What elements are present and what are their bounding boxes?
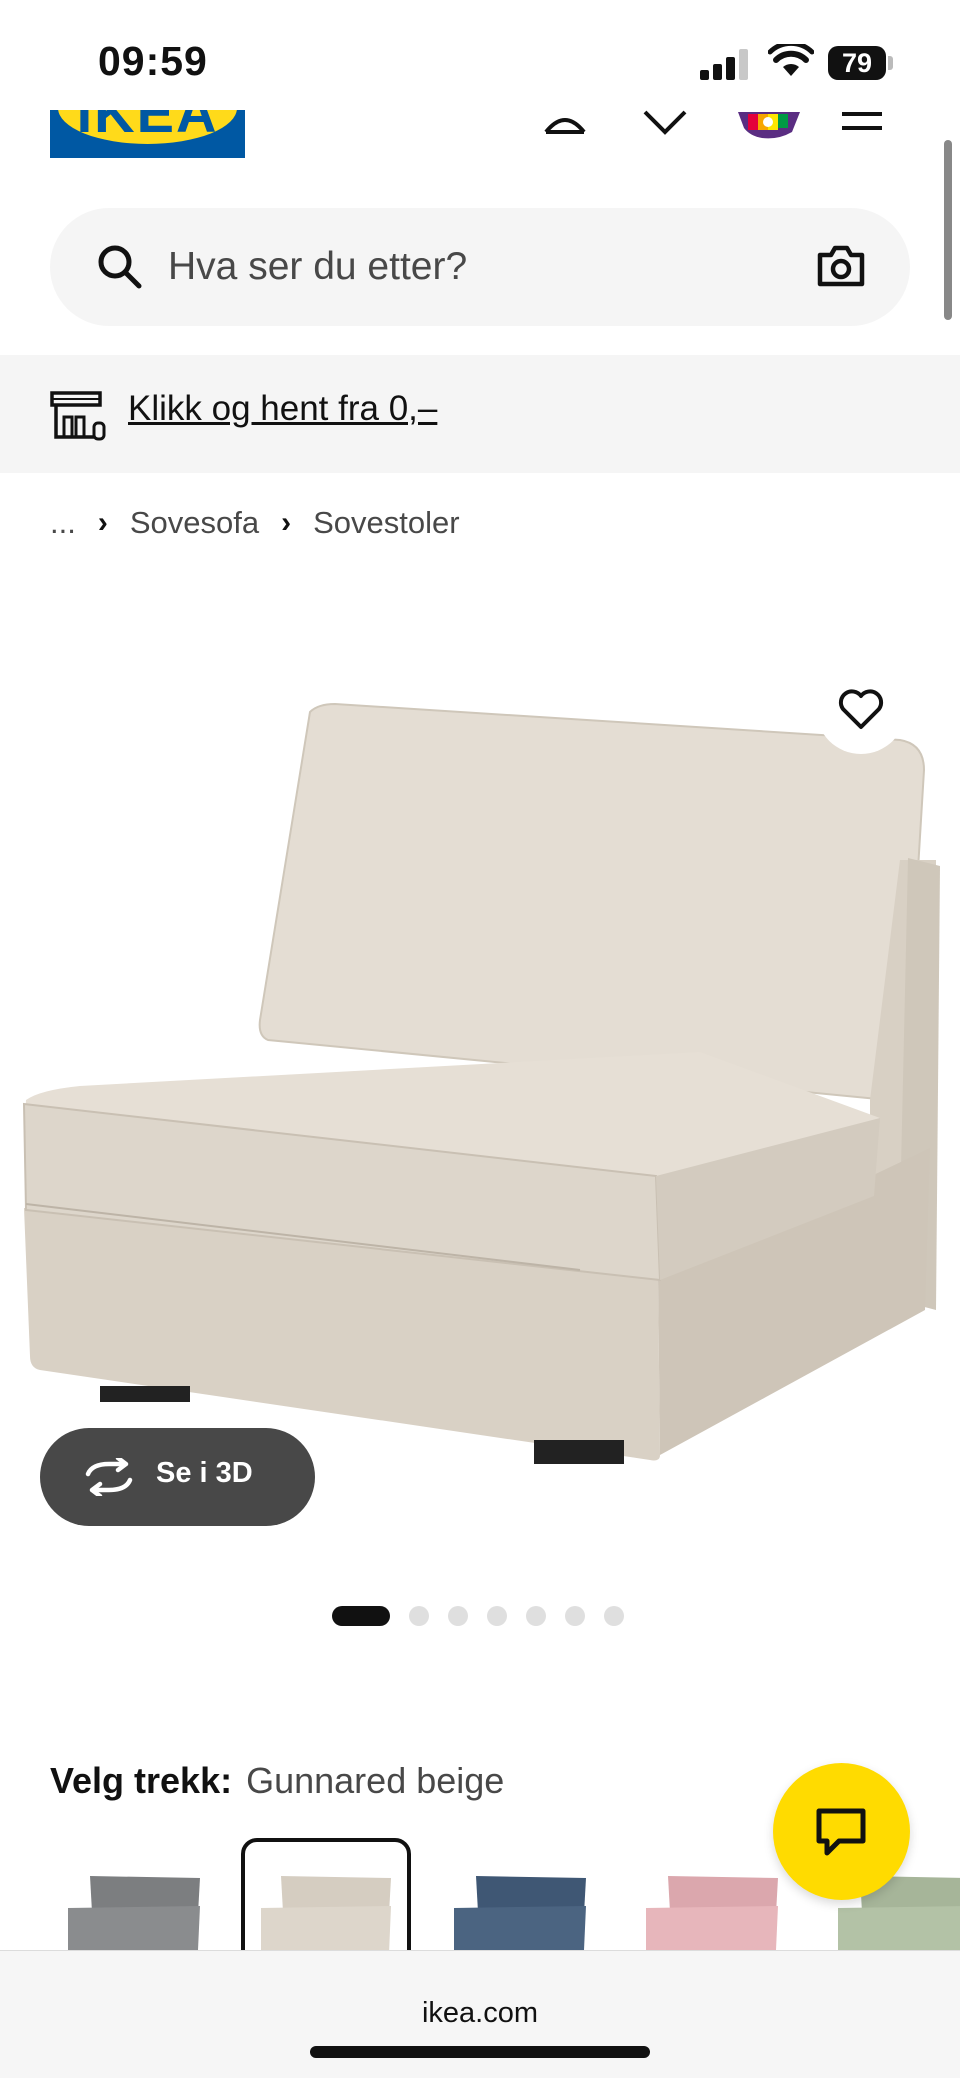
cover-selector: Velg trekk: Gunnared beige — [50, 1760, 504, 1802]
store-icon — [50, 391, 106, 441]
carousel-dot[interactable] — [565, 1606, 585, 1626]
breadcrumb-ellipsis[interactable]: ... — [50, 505, 76, 541]
swatch-blue[interactable] — [436, 1838, 606, 1950]
chevron-down-icon[interactable] — [641, 110, 689, 136]
breadcrumb-chevron-icon: › — [281, 506, 292, 539]
chair-thumbnail — [261, 1876, 391, 1950]
browser-url-bar[interactable]: ikea.com — [0, 1950, 960, 2078]
carousel-dot[interactable] — [409, 1606, 429, 1626]
status-time: 09:59 — [98, 38, 208, 84]
menu-icon[interactable] — [842, 110, 882, 134]
view-3d-label: Se i 3D — [156, 1457, 253, 1489]
chat-button[interactable] — [773, 1763, 910, 1900]
battery-indicator: 79 — [828, 46, 886, 80]
carousel-dot[interactable] — [604, 1606, 624, 1626]
rotate-3d-icon — [85, 1458, 133, 1496]
breadcrumb-sovesofa[interactable]: Sovesofa — [130, 505, 259, 541]
carousel-dot[interactable] — [526, 1606, 546, 1626]
image-carousel-dots — [332, 1606, 643, 1626]
breadcrumb: ... › Sovesofa › Sovestoler — [50, 505, 460, 541]
chair-thumbnail — [646, 1876, 778, 1950]
breadcrumb-chevron-icon: › — [97, 506, 108, 539]
search-input[interactable] — [168, 238, 768, 296]
cover-value: Gunnared beige — [246, 1760, 505, 1801]
swatch-grey[interactable] — [50, 1838, 220, 1950]
camera-icon[interactable] — [816, 243, 866, 289]
wifi-icon — [768, 44, 814, 76]
search-icon — [98, 245, 142, 289]
click-collect-banner: Klikk og hent fra 0,– — [0, 355, 960, 473]
carousel-dot[interactable] — [448, 1606, 468, 1626]
carousel-dot[interactable] — [332, 1606, 390, 1626]
chair-thumbnail — [68, 1876, 200, 1950]
status-bar: 09:59 79 — [0, 0, 960, 110]
page: 09:59 79 IKEA Hva ser du etter? Klikk og… — [0, 0, 960, 2078]
profile-icon[interactable] — [540, 110, 590, 136]
battery-tip — [888, 56, 893, 70]
view-3d-button[interactable]: Se i 3D — [40, 1428, 315, 1526]
cover-label: Velg trekk: — [50, 1760, 233, 1801]
cellular-signal-icon — [700, 48, 750, 80]
swatch-beige[interactable] — [241, 1838, 411, 1950]
chat-icon — [816, 1808, 866, 1856]
site-header: IKEA — [0, 110, 960, 170]
page-scrollbar[interactable] — [944, 140, 952, 320]
ikea-logo[interactable]: IKEA — [50, 110, 245, 158]
cart-icon[interactable] — [738, 110, 800, 140]
home-indicator[interactable] — [310, 2046, 650, 2058]
favourite-button[interactable] — [816, 664, 906, 754]
carousel-dot[interactable] — [487, 1606, 507, 1626]
chair-thumbnail — [454, 1876, 586, 1950]
heart-icon — [838, 689, 884, 729]
click-collect-link[interactable]: Klikk og hent fra 0,– — [128, 389, 437, 429]
search-bar[interactable] — [50, 208, 910, 326]
swatch-pink[interactable] — [628, 1838, 798, 1950]
breadcrumb-sovestoler[interactable]: Sovestoler — [313, 505, 459, 541]
url-text[interactable]: ikea.com — [0, 1997, 960, 2030]
